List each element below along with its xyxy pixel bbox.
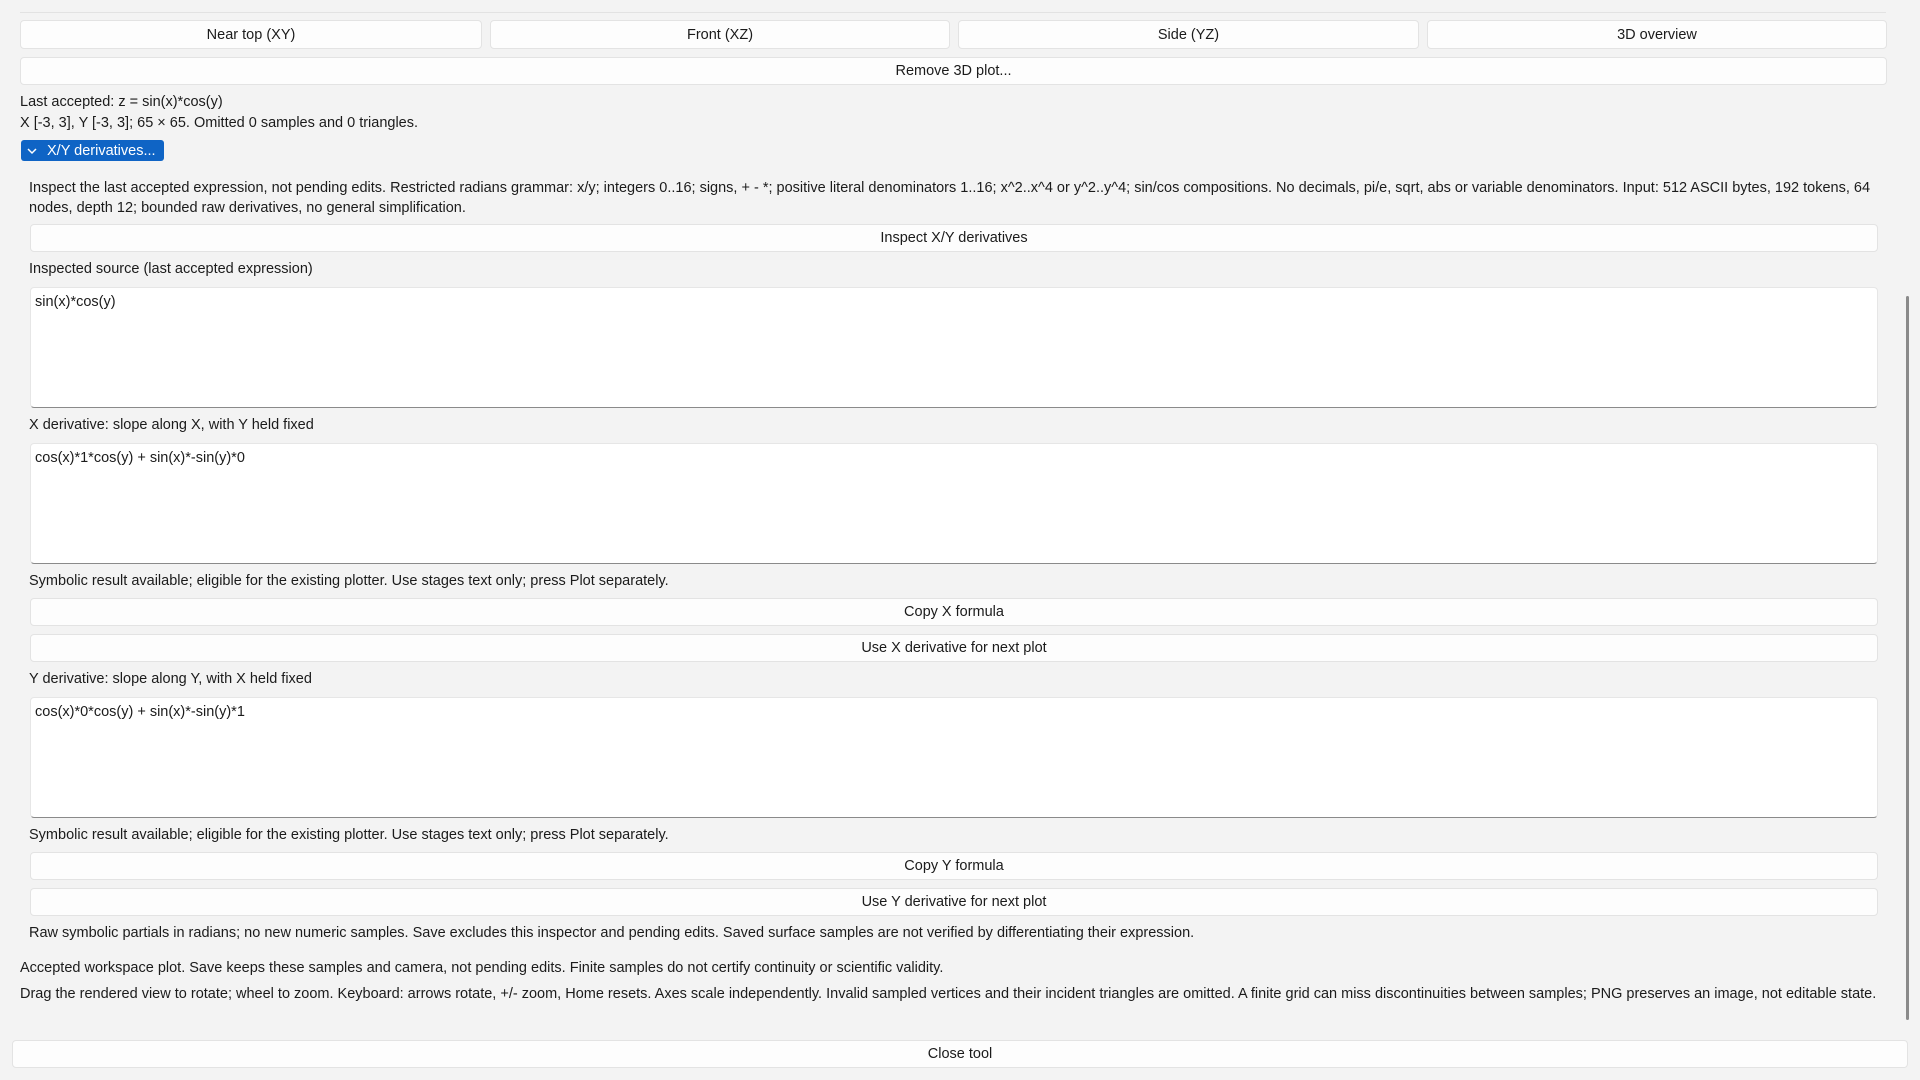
range-summary-text: X [-3, 3], Y [-3, 3]; 65 × 65. Omitted 0… [20, 115, 419, 131]
inspect-derivatives-button[interactable]: Inspect X/Y derivatives [30, 224, 1878, 252]
top-divider [20, 12, 1886, 13]
derivatives-toggle-label: X/Y derivatives... [47, 142, 156, 159]
copy-y-formula-button[interactable]: Copy Y formula [30, 852, 1878, 880]
y-derivative-textarea[interactable]: cos(x)*0*cos(y) + sin(x)*-sin(y)*1 [30, 697, 1878, 818]
view-3d-overview-button[interactable]: 3D overview [1427, 20, 1887, 49]
use-x-derivative-button[interactable]: Use X derivative for next plot [30, 634, 1878, 662]
derivatives-toggle[interactable]: X/Y derivatives... [21, 140, 164, 161]
y-derivative-label: Y derivative: slope along Y, with X held… [29, 671, 312, 687]
last-accepted-text: Last accepted: z = sin(x)*cos(y) [20, 94, 223, 110]
inspector-description: Inspect the last accepted expression, no… [29, 180, 1871, 216]
y-status-text: Symbolic result available; eligible for … [29, 827, 669, 843]
x-derivative-textarea[interactable]: cos(x)*1*cos(y) + sin(x)*-sin(y)*0 [30, 443, 1878, 564]
view-near-top-button[interactable]: Near top (XY) [20, 20, 482, 49]
source-label: Inspected source (last accepted expressi… [29, 261, 313, 277]
view-side-button[interactable]: Side (YZ) [958, 20, 1419, 49]
vertical-scrollbar[interactable] [1906, 296, 1909, 1020]
source-textarea[interactable]: sin(x)*cos(y) [30, 287, 1878, 408]
view-front-button[interactable]: Front (XZ) [490, 20, 950, 49]
x-status-text: Symbolic result available; eligible for … [29, 573, 669, 589]
accepted-workspace-note: Accepted workspace plot. Save keeps thes… [20, 960, 944, 976]
inspector-footnote: Raw symbolic partials in radians; no new… [29, 925, 1195, 941]
x-derivative-label: X derivative: slope along X, with Y held… [29, 417, 314, 433]
chevron-down-icon [27, 147, 37, 154]
help-text: Drag the rendered view to rotate; wheel … [20, 986, 1877, 1002]
use-y-derivative-button[interactable]: Use Y derivative for next plot [30, 888, 1878, 916]
copy-x-formula-button[interactable]: Copy X formula [30, 598, 1878, 626]
close-tool-button[interactable]: Close tool [12, 1040, 1908, 1068]
remove-3d-plot-button[interactable]: Remove 3D plot... [20, 57, 1887, 85]
